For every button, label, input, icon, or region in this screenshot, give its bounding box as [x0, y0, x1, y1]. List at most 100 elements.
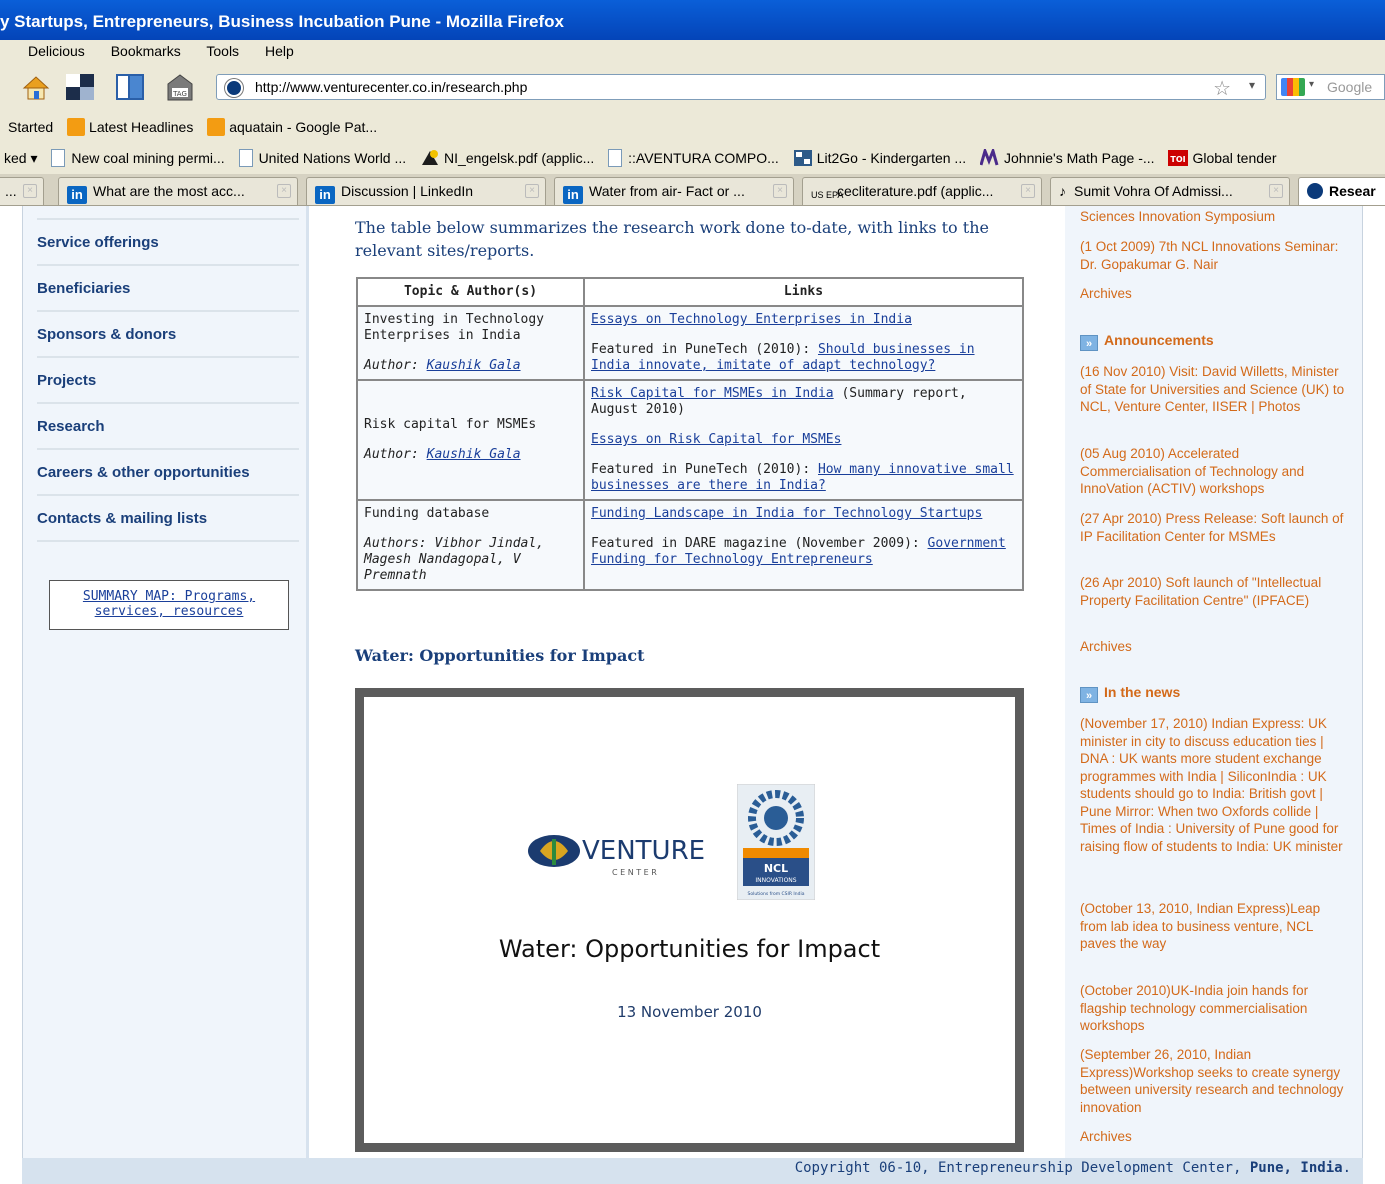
author-link[interactable]: Kaushik Gala	[427, 447, 521, 462]
tab-sumit-vohra[interactable]: ♪ Sumit Vohra Of Admissi... ×	[1050, 177, 1290, 205]
topic-cell: Investing in Technology Enterprises in I…	[356, 305, 585, 381]
google-engine-icon[interactable]	[1281, 78, 1305, 96]
bookmark-ni-engelsk[interactable]: NI_engelsk.pdf (applic...	[420, 149, 594, 167]
news-item[interactable]: (September 26, 2010, Indian Express)Work…	[1080, 1046, 1345, 1116]
rss-feed-icon	[207, 118, 226, 136]
menu-bookmarks[interactable]: Bookmarks	[111, 43, 181, 59]
bookmark-label: Global tender	[1192, 150, 1277, 166]
tab-label: Resear	[1329, 183, 1376, 199]
announcement-item[interactable]: (26 Apr 2010) Soft launch of "Intellectu…	[1080, 574, 1345, 609]
bookmark-aquatain[interactable]: aquatain - Google Pat...	[229, 119, 377, 135]
footer-prefix: Copyright 06-10, Entrepreneurship Develo…	[794, 1160, 1250, 1176]
report-link[interactable]: Funding Landscape in India for Technolog…	[591, 506, 982, 521]
close-icon[interactable]: ×	[525, 184, 539, 198]
tab-truncated[interactable]: ... ×	[0, 177, 44, 205]
menu-delicious[interactable]: Delicious	[28, 43, 85, 59]
tab-research-active[interactable]: Resear	[1298, 177, 1385, 205]
announcement-item[interactable]: (16 Nov 2010) Visit: David Willetts, Min…	[1080, 363, 1345, 416]
news-title: In the news	[1104, 684, 1181, 700]
tag-icon[interactable]: TAG	[164, 72, 196, 102]
close-icon[interactable]: ×	[23, 184, 37, 198]
nav-research[interactable]: Research	[37, 402, 299, 448]
rss-feed-icon	[67, 118, 86, 136]
url-history-dropdown-icon[interactable]: ▾	[1249, 78, 1255, 92]
embedded-slide-viewer[interactable]: VENTURE C E N T E R NCL INNOVATIONS Solu…	[355, 688, 1024, 1152]
url-bar[interactable]: http://www.venturecenter.co.in/research.…	[216, 74, 1266, 100]
report-link[interactable]: Essays on Technology Enterprises in Indi…	[591, 312, 912, 327]
search-engine-dropdown-icon[interactable]: ▾	[1309, 79, 1314, 90]
topic-text: Investing in Technology Enterprises in I…	[364, 312, 545, 343]
page-icon	[238, 149, 253, 167]
event-item[interactable]: (1 Oct 2009) 7th NCL Innovations Seminar…	[1080, 238, 1345, 273]
page-icon	[608, 149, 623, 167]
report-link[interactable]: Risk Capital for MSMEs in India	[591, 386, 834, 401]
bookmark-global-tender[interactable]: TOI Global tender	[1168, 149, 1277, 167]
announcement-item[interactable]: (05 Aug 2010) Accelerated Commercialisat…	[1080, 445, 1345, 498]
bookmark-latest-headlines[interactable]: Latest Headlines	[89, 119, 193, 135]
bookmark-lit2go[interactable]: Lit2Go - Kindergarten ...	[793, 149, 966, 167]
math-page-icon	[980, 149, 999, 166]
nav-careers[interactable]: Careers & other opportunities	[37, 448, 299, 494]
author-link[interactable]: Kaushik Gala	[427, 358, 521, 373]
close-icon[interactable]: ×	[277, 184, 291, 198]
announcement-item[interactable]: (27 Apr 2010) Press Release: Soft launch…	[1080, 510, 1345, 545]
page-content: Service offerings Beneficiaries Sponsors…	[0, 206, 1385, 1184]
bookmark-johnnies-math[interactable]: Johnnie's Math Page -...	[980, 149, 1155, 167]
slide-title: Water: Opportunities for Impact	[498, 935, 881, 963]
ncl-logo-text: NCL	[764, 862, 788, 875]
nav-sponsors-donors[interactable]: Sponsors & donors	[37, 310, 299, 356]
tab-water-from-air[interactable]: in Water from air- Fact or ... ×	[554, 177, 794, 205]
search-bar[interactable]: ▾ Google	[1276, 74, 1385, 100]
section-title: Water: Opportunities for Impact	[355, 646, 645, 665]
venture-center-logo: VENTURE C E N T E R	[528, 835, 705, 877]
tab-cecliterature[interactable]: US EPAcecliterature.pdf (applic... ×	[802, 177, 1042, 205]
bookmark-getting-started[interactable]: Started	[8, 119, 53, 135]
nav-projects[interactable]: Projects	[37, 356, 299, 402]
bookmark-folder-dropdown[interactable]: ked ▾	[4, 150, 38, 167]
bookmark-aventura[interactable]: ::AVENTURA COMPO...	[608, 149, 779, 167]
window-title: y Startups, Entrepreneurs, Business Incu…	[0, 12, 564, 31]
close-icon[interactable]: ×	[773, 184, 787, 198]
news-item[interactable]: (November 17, 2010) Indian Express: UK m…	[1080, 715, 1345, 855]
bookmark-toolbar-icon[interactable]	[64, 72, 96, 102]
expand-arrow-icon: »	[1080, 687, 1098, 703]
news-archives-link[interactable]: Archives	[1080, 1128, 1345, 1146]
event-item[interactable]: Sciences Innovation Symposium	[1080, 208, 1345, 226]
close-icon[interactable]: ×	[1021, 184, 1035, 198]
essays-link[interactable]: Essays on Risk Capital for MSMEs	[591, 432, 841, 447]
news-heading: » In the news	[1080, 684, 1180, 703]
news-item[interactable]: (October 13, 2010, Indian Express)Leap f…	[1080, 900, 1345, 953]
toi-icon: TOI	[1168, 150, 1189, 166]
ncl-innovations-logo: NCL INNOVATIONS Solutions from CSIR Indi…	[737, 784, 815, 900]
research-table: Topic & Author(s) Links Investing in Tec…	[356, 277, 1024, 591]
close-icon[interactable]: ×	[1269, 184, 1283, 198]
slide-date: 13 November 2010	[617, 1003, 762, 1021]
menu-help[interactable]: Help	[265, 43, 294, 59]
menu-tools[interactable]: Tools	[206, 43, 239, 59]
tab-linkedin-discussion[interactable]: in Discussion | LinkedIn ×	[306, 177, 546, 205]
home-icon[interactable]	[20, 72, 52, 102]
nav-beneficiaries[interactable]: Beneficiaries	[37, 264, 299, 310]
slide: VENTURE C E N T E R NCL INNOVATIONS Solu…	[364, 697, 1015, 1143]
pdf-icon	[422, 150, 439, 165]
bookmark-star-icon[interactable]: ☆	[1213, 76, 1231, 101]
summary-map-link[interactable]: SUMMARY MAP: Programs, services, resourc…	[83, 589, 255, 619]
nav-contacts[interactable]: Contacts & mailing lists	[37, 494, 299, 540]
search-placeholder[interactable]: Google	[1327, 79, 1372, 95]
nav-service-offerings[interactable]: Service offerings	[37, 218, 299, 264]
venture-logo-text: VENTURE	[582, 836, 705, 866]
bookmark-label: New coal mining permi...	[71, 150, 225, 166]
events-archives-link[interactable]: Archives	[1080, 285, 1345, 303]
usepa-icon: US EPA	[811, 190, 844, 200]
bookmark-label: United Nations World ...	[258, 150, 407, 166]
bookmark-coal-mining[interactable]: New coal mining permi...	[51, 149, 225, 167]
bookmark-label: NI_engelsk.pdf (applic...	[444, 150, 595, 166]
news-item[interactable]: (October 2010)UK-India join hands for fl…	[1080, 982, 1345, 1035]
sidebar-toolbar-icon[interactable]	[114, 72, 146, 102]
footer-location: Pune, India	[1249, 1160, 1343, 1176]
tab-linkedin-question[interactable]: in What are the most acc... ×	[58, 177, 298, 205]
announcements-archives-link[interactable]: Archives	[1080, 638, 1345, 656]
tab-label: Discussion | LinkedIn	[341, 183, 474, 199]
bookmark-united-nations[interactable]: United Nations World ...	[238, 149, 407, 167]
url-text[interactable]: http://www.venturecenter.co.in/research.…	[255, 79, 527, 95]
